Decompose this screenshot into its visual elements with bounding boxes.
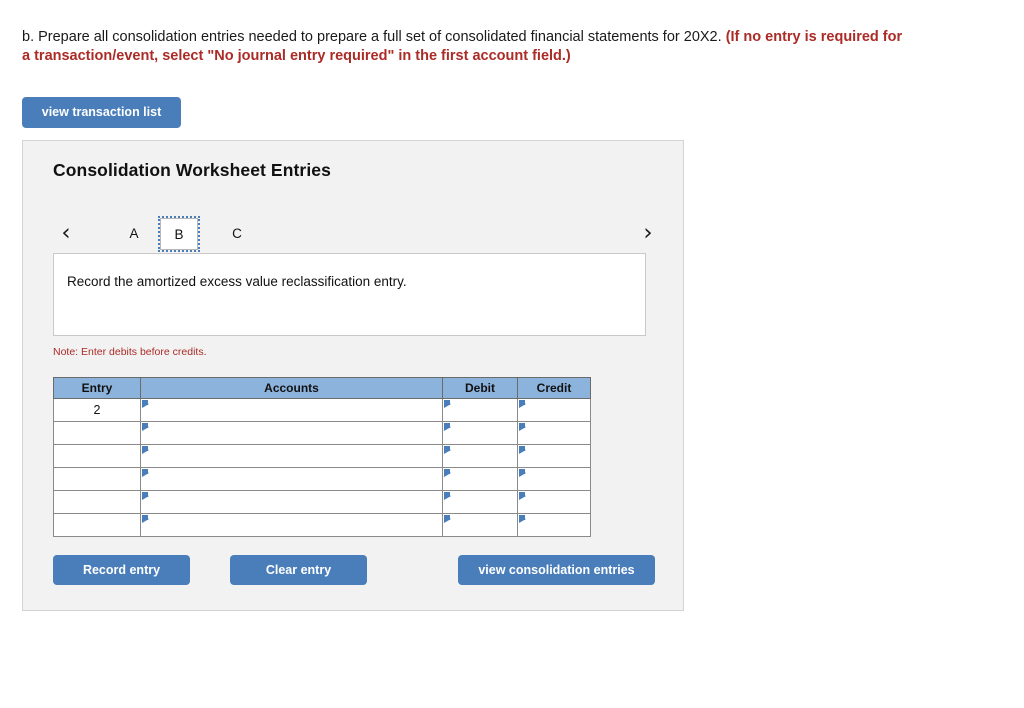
- cell-dropdown-marker-icon[interactable]: [519, 469, 526, 477]
- table-row: [53, 421, 591, 445]
- cell-debit[interactable]: [442, 444, 518, 468]
- table-row: [53, 513, 591, 537]
- cell-dropdown-marker-icon[interactable]: [142, 446, 149, 454]
- instruction-text: Record the amortized excess value reclas…: [67, 274, 407, 289]
- cell-entry: [53, 467, 141, 491]
- column-header-entry: Entry: [53, 377, 141, 399]
- cell-credit[interactable]: [517, 513, 591, 537]
- tab-next-arrow-icon[interactable]: ›: [635, 216, 661, 252]
- cell-dropdown-marker-icon[interactable]: [142, 492, 149, 500]
- debit-credit-note: Note: Enter debits before credits.: [53, 346, 207, 358]
- cell-credit[interactable]: [517, 467, 591, 491]
- column-header-accounts: Accounts: [140, 377, 443, 399]
- column-header-debit: Debit: [442, 377, 518, 399]
- cell-accounts[interactable]: [140, 513, 443, 537]
- cell-entry: [53, 490, 141, 514]
- cell-debit[interactable]: [442, 421, 518, 445]
- cell-accounts[interactable]: [140, 398, 443, 422]
- cell-dropdown-marker-icon[interactable]: [444, 469, 451, 477]
- cell-dropdown-marker-icon[interactable]: [142, 400, 149, 408]
- cell-debit[interactable]: [442, 513, 518, 537]
- cell-dropdown-marker-icon[interactable]: [444, 446, 451, 454]
- panel-title: Consolidation Worksheet Entries: [53, 160, 331, 180]
- tab-c[interactable]: C: [218, 218, 256, 250]
- table-header-row: Entry Accounts Debit Credit: [53, 377, 591, 399]
- clear-entry-button[interactable]: Clear entry: [230, 555, 367, 585]
- view-consolidation-entries-button[interactable]: view consolidation entries: [458, 555, 655, 585]
- question-prompt: b. Prepare all consolidation entries nee…: [22, 28, 912, 66]
- cell-debit[interactable]: [442, 490, 518, 514]
- cell-credit[interactable]: [517, 444, 591, 468]
- cell-debit[interactable]: [442, 467, 518, 491]
- cell-credit[interactable]: [517, 421, 591, 445]
- cell-dropdown-marker-icon[interactable]: [142, 423, 149, 431]
- consolidation-worksheet-panel: Consolidation Worksheet Entries ‹ A B C …: [22, 140, 684, 611]
- cell-dropdown-marker-icon[interactable]: [444, 492, 451, 500]
- cell-dropdown-marker-icon[interactable]: [519, 423, 526, 431]
- cell-entry: 2: [53, 398, 141, 422]
- cell-entry: [53, 444, 141, 468]
- table-row: [53, 444, 591, 468]
- cell-dropdown-marker-icon[interactable]: [444, 515, 451, 523]
- tab-b[interactable]: B: [158, 216, 200, 252]
- cell-dropdown-marker-icon[interactable]: [142, 469, 149, 477]
- cell-credit[interactable]: [517, 490, 591, 514]
- cell-dropdown-marker-icon[interactable]: [444, 423, 451, 431]
- instruction-box: Record the amortized excess value reclas…: [53, 253, 646, 336]
- journal-entries-body: 2: [53, 398, 591, 537]
- cell-accounts[interactable]: [140, 421, 443, 445]
- tab-prev-arrow-icon[interactable]: ‹: [53, 216, 79, 252]
- record-entry-button[interactable]: Record entry: [53, 555, 190, 585]
- table-row: 2: [53, 398, 591, 422]
- cell-debit[interactable]: [442, 398, 518, 422]
- cell-accounts[interactable]: [140, 444, 443, 468]
- cell-dropdown-marker-icon[interactable]: [519, 515, 526, 523]
- question-main-text: b. Prepare all consolidation entries nee…: [22, 29, 722, 45]
- tab-a[interactable]: A: [115, 218, 153, 250]
- cell-dropdown-marker-icon[interactable]: [519, 446, 526, 454]
- cell-dropdown-marker-icon[interactable]: [519, 400, 526, 408]
- table-row: [53, 490, 591, 514]
- table-row: [53, 467, 591, 491]
- journal-entries-table: Entry Accounts Debit Credit 2: [53, 377, 591, 537]
- view-transaction-list-button[interactable]: view transaction list: [22, 97, 181, 128]
- column-header-credit: Credit: [517, 377, 591, 399]
- cell-entry: [53, 421, 141, 445]
- cell-dropdown-marker-icon[interactable]: [142, 515, 149, 523]
- tab-strip: ‹ A B C ›: [53, 216, 661, 252]
- cell-accounts[interactable]: [140, 467, 443, 491]
- cell-dropdown-marker-icon[interactable]: [444, 400, 451, 408]
- cell-accounts[interactable]: [140, 490, 443, 514]
- cell-dropdown-marker-icon[interactable]: [519, 492, 526, 500]
- cell-credit[interactable]: [517, 398, 591, 422]
- cell-entry: [53, 513, 141, 537]
